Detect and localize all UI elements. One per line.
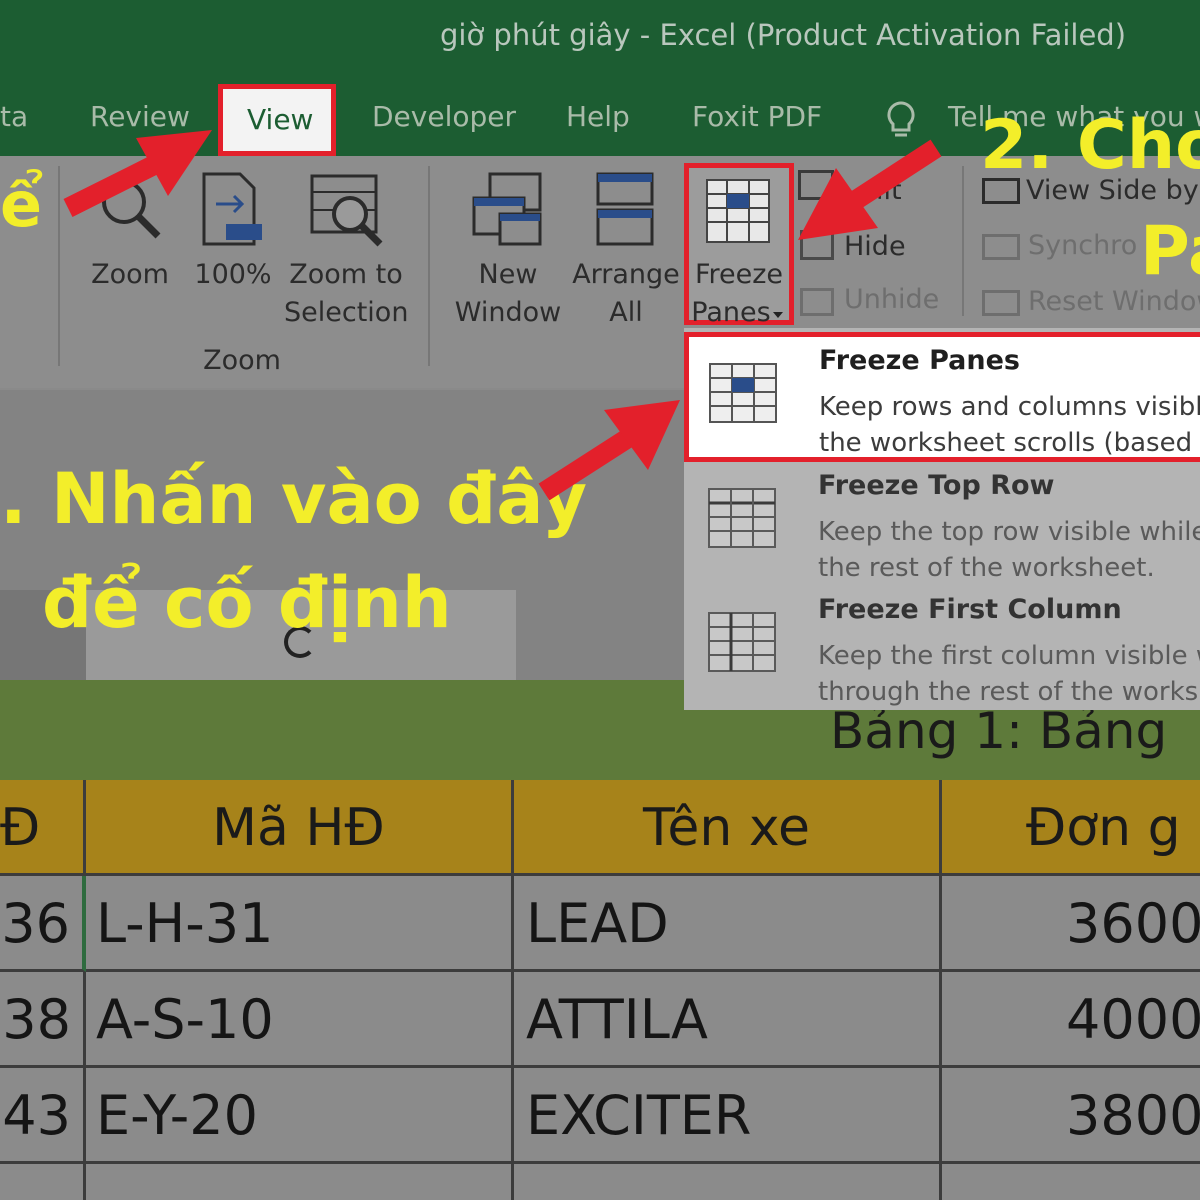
header-cell[interactable]: Đơn g — [942, 780, 1200, 876]
table-cell[interactable] — [942, 1164, 1200, 1200]
header-cell[interactable]: Mã HĐ — [86, 780, 514, 876]
header-cell[interactable]: Đ — [0, 780, 86, 876]
table-cell[interactable]: EXCITER — [514, 1068, 942, 1164]
table-cell[interactable]: A-S-10 — [86, 972, 514, 1068]
table-cell[interactable]: ATTILA — [514, 972, 942, 1068]
arrow-to-freeze-panes-item — [538, 400, 680, 501]
table-cell[interactable] — [86, 1164, 514, 1200]
table-cell[interactable] — [0, 1164, 86, 1200]
table-cell[interactable]: 4000 — [942, 972, 1200, 1068]
table-cell[interactable]: 36 — [0, 876, 86, 972]
table-cell[interactable]: 3600 — [942, 876, 1200, 972]
table-cell[interactable]: 38 — [0, 972, 86, 1068]
arrow-to-freeze-button — [798, 139, 942, 240]
arrow-to-view-tab — [63, 130, 212, 217]
annotation-arrows — [63, 130, 942, 501]
table-cell[interactable]: L-H-31 — [86, 876, 514, 972]
table-cell[interactable]: E-Y-20 — [86, 1068, 514, 1164]
table-cell[interactable]: LEAD — [514, 876, 942, 972]
table-cell[interactable]: 3800 — [942, 1068, 1200, 1164]
table-cell[interactable]: 43 — [0, 1068, 86, 1164]
table-cell[interactable] — [514, 1164, 942, 1200]
header-cell[interactable]: Tên xe — [514, 780, 942, 876]
